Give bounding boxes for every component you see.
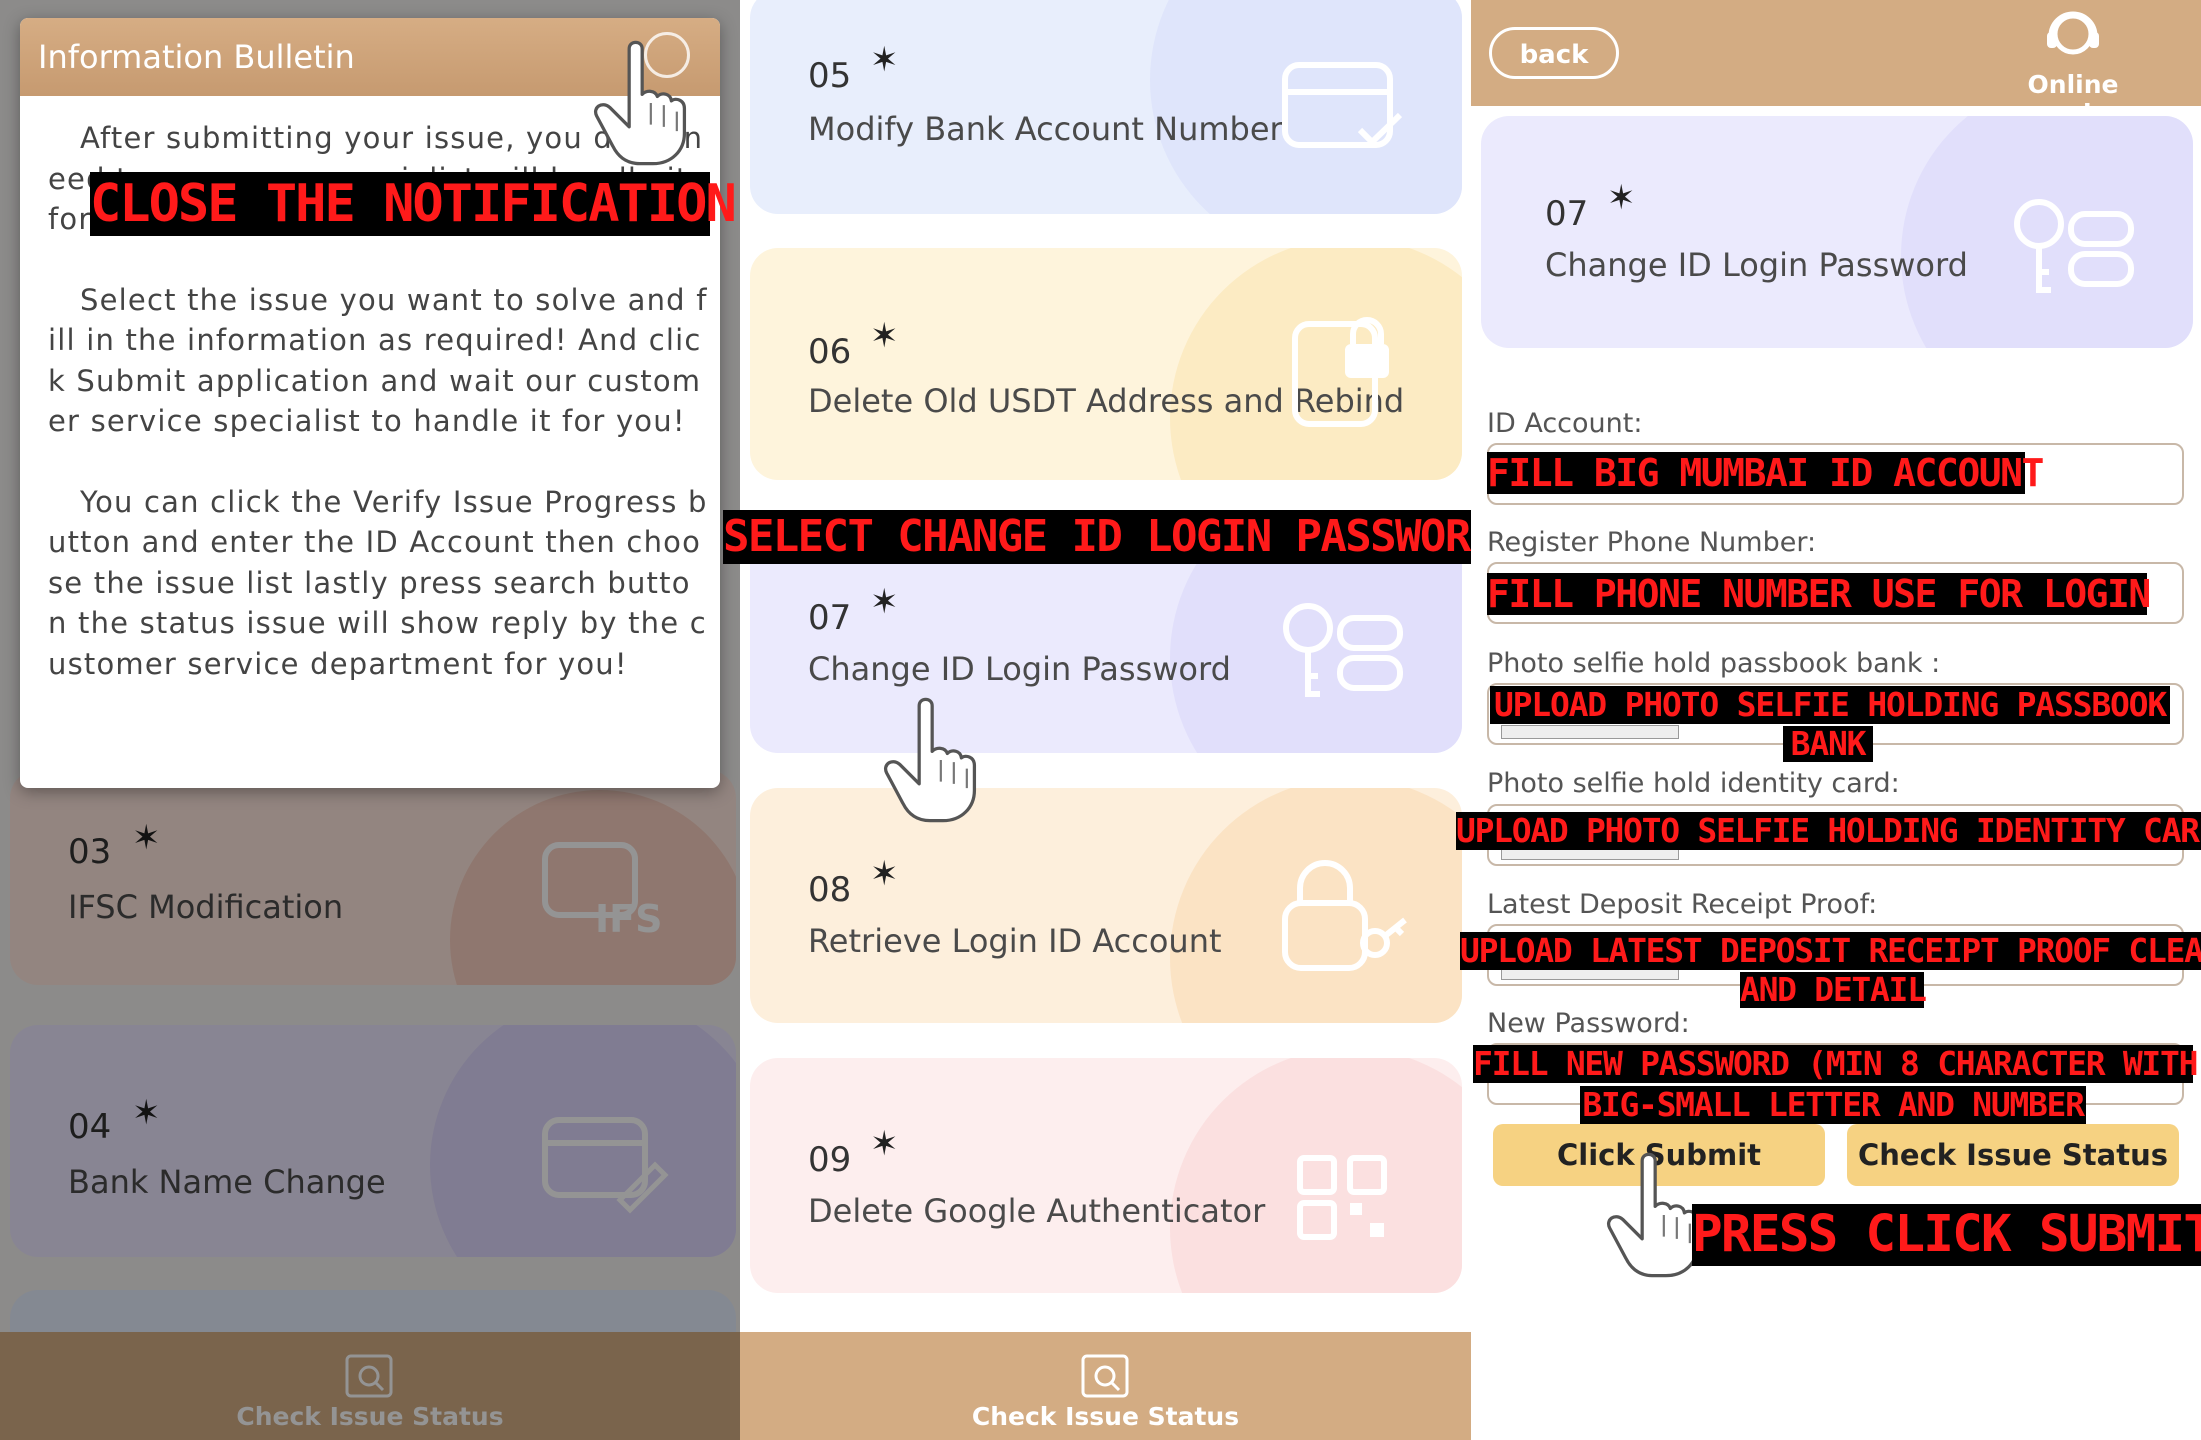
lock-key-icon [1282, 860, 1407, 971]
pointing-hand-icon [875, 695, 985, 825]
card-number: 09 [808, 1140, 852, 1180]
card-number: 08 [808, 870, 852, 910]
instruction-fill-id-account: FILL BIG MUMBAI ID ACCOUNT [1487, 451, 2044, 495]
card-title: Modify Bank Account Number [808, 110, 1283, 148]
key-icon [1283, 603, 1403, 697]
check-issue-status-tab[interactable]: Check Issue Status [740, 1402, 1471, 1431]
instruction-upload-deposit-line2: AND DETAIL [1740, 970, 1927, 1009]
online-service-button[interactable]: Online service [1973, 6, 2173, 128]
modal-title: Information Bulletin [38, 38, 355, 76]
instruction-press-submit: PRESS CLICK SUBMIT [1692, 1204, 2201, 1266]
instruction-new-password-line2: BIG-SMALL LETTER AND NUMBER [1580, 1086, 2086, 1124]
middle-panel: 05 ✶ Modify Bank Account Number 06 ✶ Del… [740, 0, 1471, 1440]
instruction-close-notification: CLOSE THE NOTIFICATION [90, 172, 737, 236]
left-panel: 03 ✶ IFSC Modification IFS 04 ✶ Bank Nam… [0, 0, 740, 1440]
lock-screen-icon [1292, 317, 1389, 427]
instruction-upload-passbook-line2: BANK [1783, 726, 1873, 762]
card-check-icon [1282, 62, 1403, 148]
headset-icon [2047, 11, 2099, 55]
issue-card-08[interactable]: 08 ✶ Retrieve Login ID Account [750, 788, 1462, 1023]
issue-card-05[interactable]: 05 ✶ Modify Bank Account Number [750, 0, 1462, 214]
card-number: 07 [1545, 194, 1589, 234]
bottom-tab-bar: Check Issue Status [740, 1332, 1471, 1440]
file-chooser-button[interactable] [1501, 725, 1679, 739]
check-issue-status-button[interactable]: Check Issue Status [1847, 1124, 2179, 1186]
instruction-upload-deposit: UPLOAD LATEST DEPOSIT RECEIPT PROOF CLEA… [1460, 931, 2201, 970]
instruction-fill-phone: FILL PHONE NUMBER USE FOR LOGIN [1487, 572, 2151, 616]
phone-number-label: Register Phone Number: [1487, 527, 1817, 558]
instruction-select-change-password: SELECT CHANGE ID LOGIN PASSWORD [723, 510, 1496, 564]
star-icon: ✶ [870, 40, 899, 80]
new-password-label: New Password: [1487, 1008, 1690, 1039]
check-status-icon [1081, 1354, 1129, 1398]
card-title: Delete Google Authenticator [808, 1192, 1266, 1230]
instruction-upload-passbook: UPLOAD PHOTO SELFIE HOLDING PASSBOOK [1490, 686, 2170, 724]
instruction-new-password: FILL NEW PASSWORD (MIN 8 CHARACTER WITH [1473, 1044, 2198, 1083]
bulletin-paragraph: Select the issue you want to solve and f… [48, 282, 708, 439]
card-number: 06 [808, 332, 852, 372]
star-icon: ✶ [870, 582, 899, 622]
passbook-photo-label: Photo selfie hold passbook bank : [1487, 648, 1941, 679]
back-button[interactable]: back [1489, 27, 1619, 79]
bulletin-paragraph: You can click the Verify Issue Progress … [48, 484, 708, 681]
card-title: Retrieve Login ID Account [808, 922, 1222, 960]
qr-code-icon [1297, 1155, 1387, 1240]
star-icon: ✶ [870, 854, 899, 894]
card-title: Change ID Login Password [1545, 246, 1968, 284]
card-number: 05 [808, 56, 852, 96]
deposit-receipt-label: Latest Deposit Receipt Proof: [1487, 889, 1878, 920]
star-icon: ✶ [1607, 178, 1636, 218]
issue-card-09[interactable]: 09 ✶ Delete Google Authenticator [750, 1058, 1462, 1293]
id-account-label: ID Account: [1487, 408, 1643, 439]
star-icon: ✶ [870, 316, 899, 356]
card-number: 07 [808, 598, 852, 638]
identity-card-photo-label: Photo selfie hold identity card: [1487, 768, 1900, 799]
key-icon [2014, 199, 2134, 293]
card-title: Change ID Login Password [808, 650, 1231, 688]
issue-card-06[interactable]: 06 ✶ Delete Old USDT Address and Rebind [750, 248, 1462, 480]
pointing-hand-icon [585, 38, 695, 168]
star-icon: ✶ [870, 1124, 899, 1164]
selected-issue-card: 07 ✶ Change ID Login Password [1481, 116, 2193, 348]
top-header: back Online service [1471, 0, 2201, 128]
instruction-upload-identity-card: UPLOAD PHOTO SELFIE HOLDING IDENTITY CAR… [1456, 811, 2201, 850]
